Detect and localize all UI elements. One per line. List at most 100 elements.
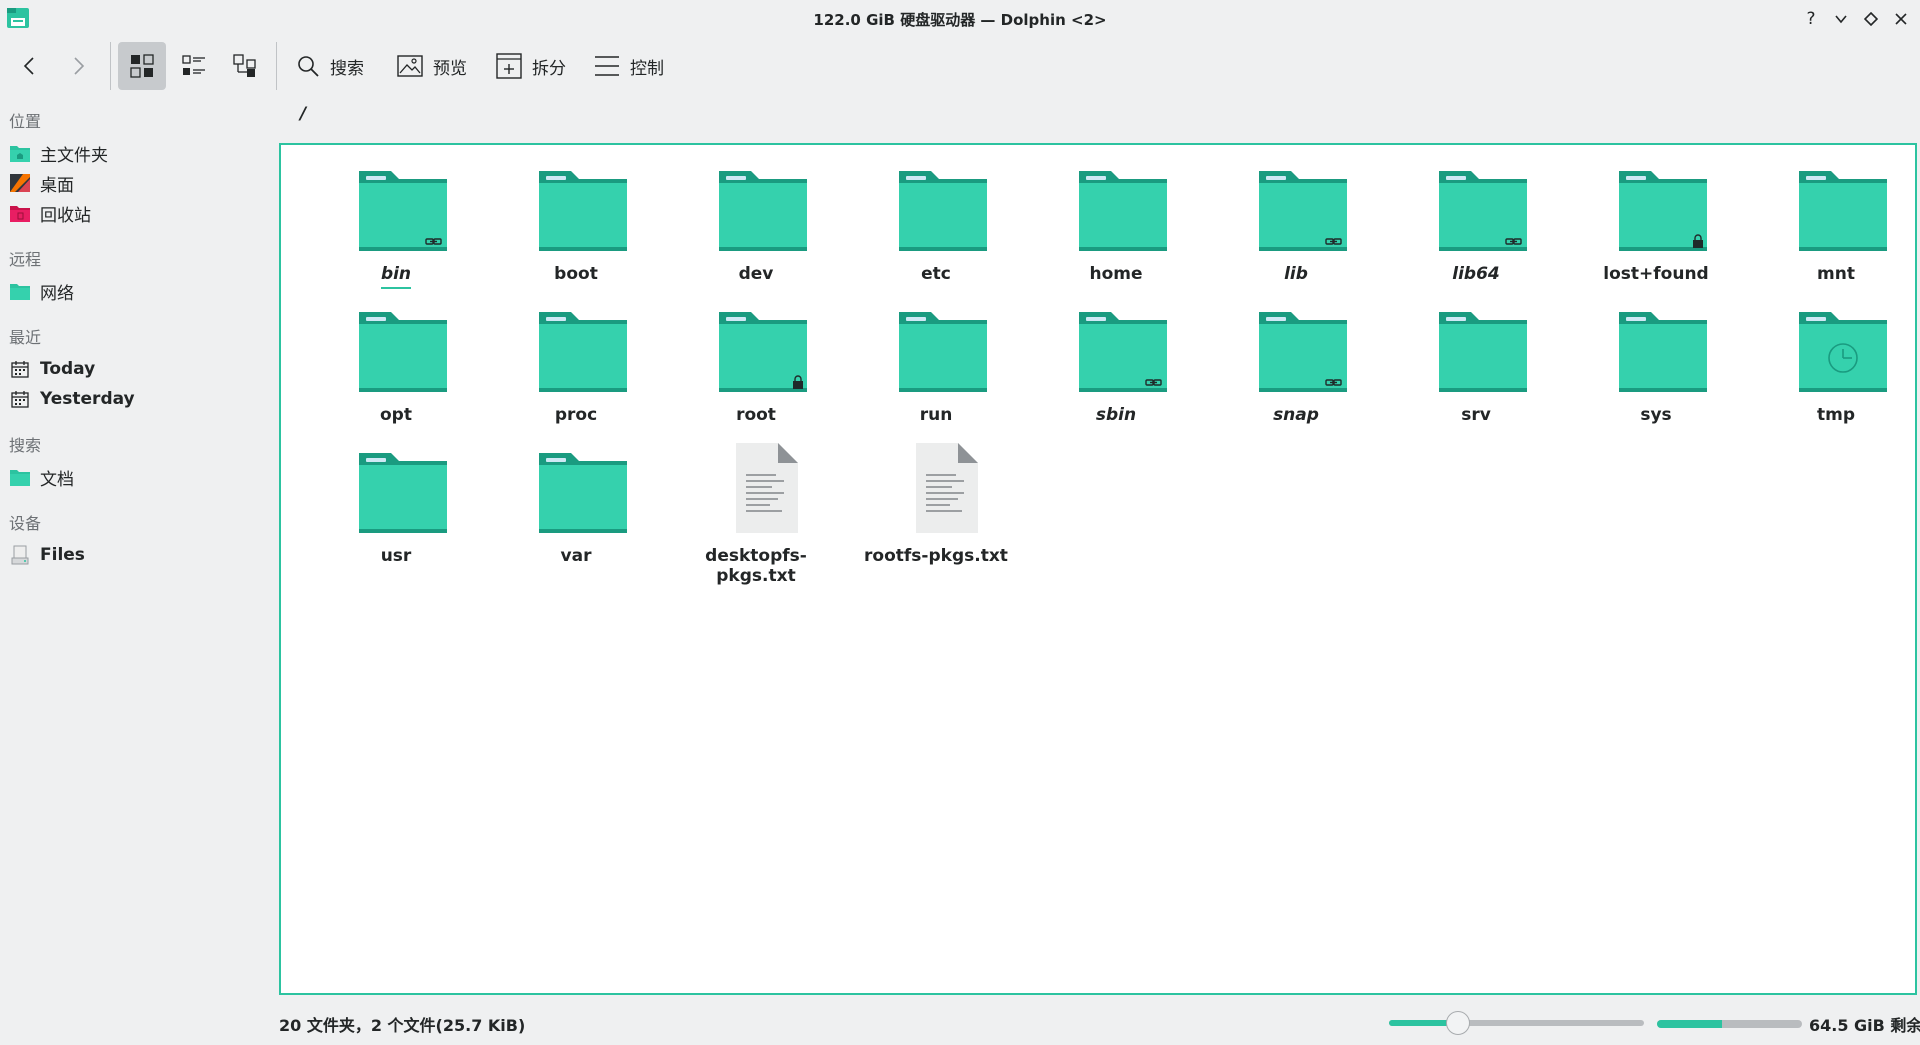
folder-item[interactable]: proc (491, 302, 661, 432)
free-space-bar (1657, 1020, 1802, 1028)
close-icon[interactable] (1890, 8, 1912, 30)
help-icon[interactable]: ? (1800, 8, 1822, 30)
split-button[interactable]: 拆分 (496, 42, 566, 90)
folder-icon (1438, 312, 1528, 392)
folder-item[interactable]: etc (851, 161, 1021, 291)
sidebar-item-desktop[interactable]: 桌面 (9, 170, 74, 196)
item-name: root (736, 405, 776, 425)
sidebar-item-network[interactable]: 网络 (9, 278, 74, 304)
icons-view-button[interactable] (118, 42, 166, 90)
details-view-icon (233, 54, 256, 77)
section-title-remote: 远程 (9, 250, 42, 269)
zoom-slider-handle[interactable] (1445, 1011, 1470, 1035)
item-name: lib64 (1452, 264, 1500, 284)
folder-item[interactable]: sys (1571, 302, 1741, 432)
control-menu-button[interactable]: 控制 (594, 42, 664, 90)
zoom-slider[interactable] (1389, 1011, 1644, 1035)
file-item[interactable]: desktopfs-pkgs.txt (671, 443, 841, 586)
text-file-icon (898, 443, 988, 533)
folder-locked-icon (1618, 171, 1708, 251)
item-name: dev (738, 264, 774, 284)
trash-icon (9, 202, 31, 224)
item-name: var (560, 546, 592, 566)
folder-item[interactable]: opt (311, 302, 481, 432)
window-title: 122.0 GiB 硬盘驱动器 — Dolphin <2> (813, 11, 1107, 29)
maximize-icon[interactable] (1860, 8, 1882, 30)
desktop-icon (9, 172, 31, 194)
sidebar-item-home[interactable]: 主文件夹 (9, 140, 108, 166)
compact-view-button[interactable] (170, 42, 218, 90)
sidebar-item-trash[interactable]: 回收站 (9, 200, 91, 226)
section-title-devices: 设备 (9, 514, 42, 533)
item-name: boot (554, 264, 598, 284)
folder-item[interactable]: boot (491, 161, 661, 291)
sidebar-item-yesterday[interactable]: Yesterday (9, 386, 135, 412)
folder-item[interactable]: lib (1211, 161, 1381, 291)
item-name: lib (1284, 264, 1308, 284)
folder-icon (538, 171, 628, 251)
back-button[interactable] (14, 42, 46, 90)
folder-icon (358, 453, 448, 533)
folder-item[interactable]: tmp (1751, 302, 1920, 432)
free-space-bar-fill (1657, 1020, 1723, 1028)
status-bar: 20 文件夹，2 个文件(25.7 KiB) 64.5 GiB 剩余 (279, 1000, 1920, 1044)
folder-item[interactable]: dev (671, 161, 841, 291)
folder-item[interactable]: run (851, 302, 1021, 432)
toolbar-separator (276, 42, 277, 90)
drive-icon (9, 544, 31, 566)
folder-link-icon (1438, 171, 1528, 251)
folder-icon (1618, 312, 1708, 392)
item-name: bin (311, 264, 481, 289)
sidebar-item-documents[interactable]: 文档 (9, 464, 74, 490)
calendar-icon (9, 358, 31, 380)
preview-button[interactable]: 预览 (397, 42, 467, 90)
folder-item[interactable]: var (491, 443, 661, 573)
folder-icon (358, 312, 448, 392)
free-space-label: 64.5 GiB 剩余 (1809, 1016, 1920, 1035)
folder-item[interactable]: lib64 (1391, 161, 1561, 291)
folder-icon (1078, 171, 1168, 251)
folder-item[interactable]: mnt (1751, 161, 1920, 291)
sidebar-item-files[interactable]: Files (9, 542, 85, 568)
minimize-icon[interactable] (1830, 8, 1852, 30)
folder-item[interactable]: usr (311, 443, 481, 573)
breadcrumb-root[interactable]: / (300, 104, 306, 124)
documents-folder-icon (9, 466, 31, 488)
places-panel: 位置 主文件夹 桌面 回收站 远程 网络 最近 Today Yesterday … (0, 100, 272, 1045)
item-name: usr (380, 546, 412, 566)
icons-view-icon (130, 54, 154, 78)
title-bar: 122.0 GiB 硬盘驱动器 — Dolphin <2> ? (0, 0, 1920, 38)
item-name: lost+found (1603, 264, 1709, 284)
split-view-icon (496, 53, 522, 79)
network-folder-icon (9, 280, 31, 302)
item-name: sbin (1095, 405, 1137, 425)
file-item[interactable]: rootfs-pkgs.txt (851, 443, 1021, 573)
folder-icon (538, 453, 628, 533)
folder-icon (538, 312, 628, 392)
folder-item[interactable]: home (1031, 161, 1201, 291)
item-name: run (919, 405, 953, 425)
folder-icon (718, 171, 808, 251)
text-file-icon (718, 443, 808, 533)
search-button[interactable]: 搜索 (296, 42, 364, 90)
sidebar-item-today[interactable]: Today (9, 356, 95, 382)
folder-item[interactable]: snap (1211, 302, 1381, 432)
folder-item[interactable]: srv (1391, 302, 1561, 432)
back-arrow-icon (23, 57, 34, 75)
folder-item[interactable]: root (671, 302, 841, 432)
search-icon (298, 56, 319, 77)
folder-item[interactable]: bin (311, 161, 481, 291)
forward-button[interactable] (62, 42, 94, 90)
folder-icon (1798, 171, 1888, 251)
folder-link-icon (1258, 171, 1348, 251)
item-name: etc (921, 264, 951, 284)
folder-link-icon (358, 171, 448, 251)
folder-item[interactable]: sbin (1031, 302, 1201, 432)
forward-arrow-icon (74, 57, 85, 75)
toolbar: 搜索 预览 拆分 控制 (0, 38, 1920, 94)
folder-icon (898, 312, 988, 392)
folder-item[interactable]: lost+found (1571, 161, 1741, 291)
file-view[interactable]: bin boot dev etc home lib lib64 lost+found mnt op… (279, 143, 1917, 995)
details-view-button[interactable] (221, 42, 269, 90)
folder-link-icon (1258, 312, 1348, 392)
